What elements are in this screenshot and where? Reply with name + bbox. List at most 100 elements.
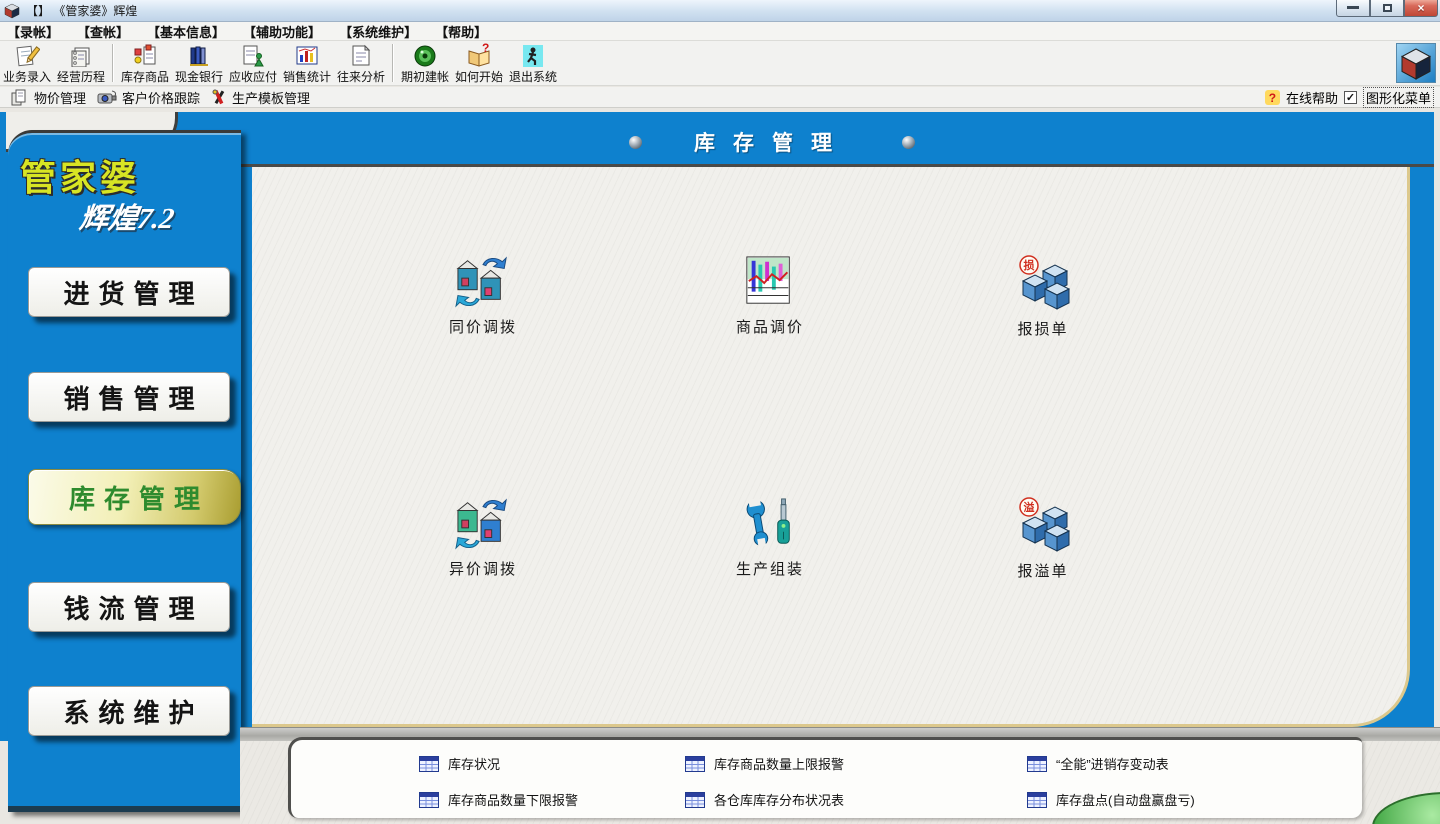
menu-item-system-maintenance[interactable]: 【系统维护】 <box>337 22 419 41</box>
price-management-label: 物价管理 <box>34 88 86 107</box>
production-template-button[interactable]: 生产模板管理 <box>210 88 310 107</box>
report-links-panel: 库存状况 库存商品数量上限报警 “全能”进销存变动表 <box>288 737 1362 818</box>
toolbar-button-label: 期初建帐 <box>401 68 449 85</box>
toolbar-button-label: 应收应付 <box>229 68 277 85</box>
toolbar-cash-bank-button[interactable]: 现金银行 <box>172 41 226 85</box>
close-button[interactable]: × <box>1404 0 1438 17</box>
sidebar: 管家婆 辉煌7.2 进货管理 销售管理 库存管理 钱流管理 系统维护 <box>8 130 241 812</box>
toolbar-button-label: 经营历程 <box>57 68 105 85</box>
production-assembly-item[interactable]: 生产组装 <box>700 497 840 593</box>
pencil-document-icon <box>14 43 40 67</box>
link-inventory-status[interactable]: 库存状况 <box>419 754 500 773</box>
inventory-goods-icon <box>132 43 158 67</box>
tracking-camera-icon <box>96 89 118 106</box>
menu-bar: 【录帐】 【查帐】 【基本信息】 【辅助功能】 【系统维护】 【帮助】 <box>0 22 1440 41</box>
overflow-badge-text: 溢 <box>1024 500 1035 514</box>
link-lower-limit-alarm[interactable]: 库存商品数量下限报警 <box>419 790 578 809</box>
initial-account-icon <box>412 43 438 67</box>
secondary-toolbar: 物价管理 客户价格跟踪 生产模板管理 ? 在线帮助 ✓ 图形化菜单 <box>0 87 1440 108</box>
brand-cube-logo <box>1396 43 1436 83</box>
graphic-menu-checkbox[interactable]: ✓ <box>1344 91 1357 104</box>
loss-report-icon: 损 <box>1015 255 1071 311</box>
icon-label: 生产组装 <box>736 558 804 579</box>
toolbar-button-label: 业务录入 <box>3 68 51 85</box>
ledger-history-icon <box>68 43 94 67</box>
menu-item-aux-functions[interactable]: 【辅助功能】 <box>241 22 323 41</box>
help-question-icon[interactable]: ? <box>1265 90 1280 105</box>
sphere-icon <box>902 136 915 149</box>
toolbar-how-to-start-button[interactable]: ? 如何开始 <box>452 41 506 85</box>
link-stocktaking[interactable]: 库存盘点(自动盘赢盘亏) <box>1027 790 1195 809</box>
toolbar-business-history-button[interactable]: 经营历程 <box>54 41 108 85</box>
toolbar-initial-account-button[interactable]: 期初建帐 <box>398 41 452 85</box>
toolbar-receivable-payable-button[interactable]: 应收应付 <box>226 41 280 85</box>
table-icon <box>419 792 439 808</box>
cash-bank-icon <box>186 43 212 67</box>
sidebar-item-sales[interactable]: 销售管理 <box>28 372 230 422</box>
toolbar-button-label: 销售统计 <box>283 68 331 85</box>
table-icon <box>685 792 705 808</box>
toolbar-button-label: 退出系统 <box>509 68 557 85</box>
customer-price-tracking-button[interactable]: 客户价格跟踪 <box>96 88 200 107</box>
toolbar-inventory-goods-button[interactable]: 库存商品 <box>118 41 172 85</box>
link-label: 库存状况 <box>448 754 500 773</box>
overflow-report-item[interactable]: 溢 报溢单 <box>973 497 1113 593</box>
toolbar-business-entry-button[interactable]: 业务录入 <box>0 41 54 85</box>
restore-icon <box>1383 4 1392 12</box>
brand-version-text: 辉煌7.2 <box>77 195 177 237</box>
link-upper-limit-alarm[interactable]: 库存商品数量上限报警 <box>685 754 844 773</box>
icon-label: 报损单 <box>1017 318 1068 339</box>
customer-price-tracking-label: 客户价格跟踪 <box>122 88 200 107</box>
table-icon <box>1027 792 1047 808</box>
same-price-transfer-item[interactable]: 同价调拨 <box>413 255 553 351</box>
cube-icon <box>1397 44 1435 82</box>
minimize-icon <box>1347 6 1359 9</box>
menu-item-help[interactable]: 【帮助】 <box>433 22 489 41</box>
main-toolbar: 业务录入 经营历程 库存商品 <box>0 41 1440 86</box>
exit-system-icon <box>520 43 546 67</box>
icon-label: 异价调拨 <box>449 558 517 579</box>
menu-item-basic-info[interactable]: 【基本信息】 <box>145 22 227 41</box>
toolbar-button-label: 现金银行 <box>175 68 223 85</box>
table-icon <box>1027 756 1047 772</box>
menu-item-record[interactable]: 【录帐】 <box>5 22 61 41</box>
sidebar-item-cashflow[interactable]: 钱流管理 <box>28 582 230 632</box>
toolbar-sales-statistics-button[interactable]: 销售统计 <box>280 41 334 85</box>
diff-price-transfer-item[interactable]: 异价调拨 <box>413 497 553 593</box>
restore-button[interactable] <box>1370 0 1404 17</box>
link-warehouse-distribution[interactable]: 各仓库库存分布状况表 <box>685 790 844 809</box>
menu-item-query[interactable]: 【查帐】 <box>75 22 131 41</box>
receivable-payable-icon <box>240 43 266 67</box>
diff-price-transfer-icon <box>454 497 512 551</box>
main-content-panel: 同价调拨 商品调价 <box>252 167 1410 727</box>
sidebar-item-inventory[interactable]: 库存管理 <box>28 469 241 525</box>
loss-report-item[interactable]: 损 报损单 <box>973 255 1113 351</box>
price-management-button[interactable]: 物价管理 <box>10 88 86 107</box>
brand-logo-text: 管家婆 <box>20 149 140 201</box>
graphic-menu-label[interactable]: 图形化菜单 <box>1363 87 1434 108</box>
toolbar-transaction-analysis-button[interactable]: 往来分析 <box>334 41 388 85</box>
link-label: “全能”进销存变动表 <box>1056 754 1169 773</box>
title-bar: 【】 《管家婆》辉煌 × <box>0 0 1440 22</box>
minimize-button[interactable] <box>1336 0 1370 17</box>
online-help-label[interactable]: 在线帮助 <box>1286 88 1338 107</box>
toolbar-separator <box>112 44 114 82</box>
app-icon <box>4 3 20 19</box>
link-allround-change-table[interactable]: “全能”进销存变动表 <box>1027 754 1169 773</box>
overflow-report-icon: 溢 <box>1015 497 1071 553</box>
toolbar-exit-system-button[interactable]: 退出系统 <box>506 41 560 85</box>
sidebar-item-purchase[interactable]: 进货管理 <box>28 267 230 317</box>
goods-price-adjust-item[interactable]: 商品调价 <box>700 255 840 351</box>
toolbar-separator <box>392 44 394 82</box>
link-label: 各仓库库存分布状况表 <box>714 790 844 809</box>
loss-badge-text: 损 <box>1024 258 1035 272</box>
toolbar-button-label: 往来分析 <box>337 68 385 85</box>
app-window: 【】 《管家婆》辉煌 × 【录帐】 【查帐】 【基本信息】 【辅助功能】 【系统… <box>0 0 1440 824</box>
window-title: 【】 《管家婆》辉煌 <box>26 2 137 19</box>
goods-price-adjust-icon <box>743 255 797 309</box>
tools-icon <box>210 89 228 106</box>
toolbar-button-label: 如何开始 <box>455 68 503 85</box>
sidebar-item-system-maintenance[interactable]: 系统维护 <box>28 686 230 736</box>
icon-label: 报溢单 <box>1017 560 1068 581</box>
analysis-document-icon <box>348 43 374 67</box>
